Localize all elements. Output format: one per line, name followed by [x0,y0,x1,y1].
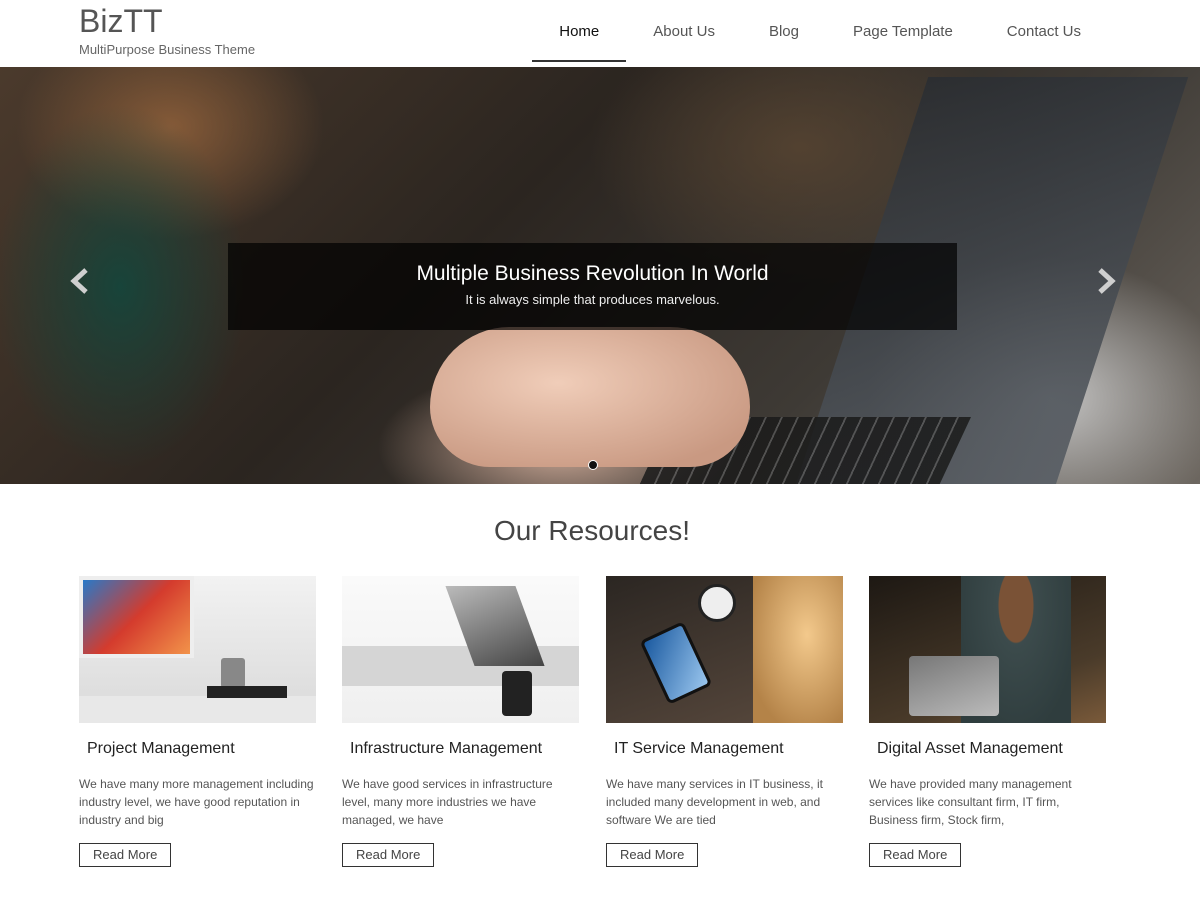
slide-caption: Multiple Business Revolution In World It… [228,243,957,330]
chevron-right-icon[interactable] [1094,267,1118,295]
read-more-button[interactable]: Read More [606,843,699,867]
resource-card: IT Service Management We have many servi… [606,576,843,867]
resource-card: Infrastructure Management We have good s… [342,576,579,867]
site-branding: BizTT MultiPurpose Business Theme [79,4,255,57]
main-nav: Home About Us Blog Page Template Contact… [532,0,1108,67]
nav-item-home[interactable]: Home [532,0,627,62]
slider-indicator-dot[interactable] [588,460,598,470]
read-more-button[interactable]: Read More [342,843,435,867]
card-image-phone-user[interactable] [606,576,843,723]
nav-item-contact-us[interactable]: Contact Us [980,0,1108,62]
resource-card: Digital Asset Management We have provide… [869,576,1106,867]
card-text: We have many services in IT business, it… [606,777,823,827]
nav-item-about-us[interactable]: About Us [626,0,742,62]
card-text: We have many more management including i… [79,777,314,827]
card-title[interactable]: IT Service Management [606,740,843,758]
card-title[interactable]: Digital Asset Management [869,740,1106,758]
card-title[interactable]: Infrastructure Management [342,740,579,758]
card-image-desk-computer[interactable] [79,576,316,723]
slide-caption-title: Multiple Business Revolution In World [416,262,769,285]
read-more-button[interactable]: Read More [79,843,172,867]
chevron-left-icon[interactable] [68,267,92,295]
hero-slider: Multiple Business Revolution In World It… [0,67,1200,484]
card-text: We have provided many management service… [869,777,1072,827]
resource-card: Project Management We have many more man… [79,576,316,867]
read-more-button[interactable]: Read More [869,843,962,867]
card-image-businesswoman[interactable] [869,576,1106,723]
section-title: Our Resources! [493,515,691,546]
site-header: BizTT MultiPurpose Business Theme Home A… [0,0,1200,67]
card-image-workspace-laptop[interactable] [342,576,579,723]
site-title[interactable]: BizTT [79,4,255,38]
nav-item-page-template[interactable]: Page Template [826,0,980,62]
site-tagline: MultiPurpose Business Theme [79,42,256,57]
slide-caption-text: It is always simple that produces marvel… [465,292,720,307]
card-text: We have good services in infrastructure … [342,777,553,827]
hero-image-hands [430,327,750,467]
nav-item-blog[interactable]: Blog [742,0,826,62]
card-title[interactable]: Project Management [79,740,316,758]
